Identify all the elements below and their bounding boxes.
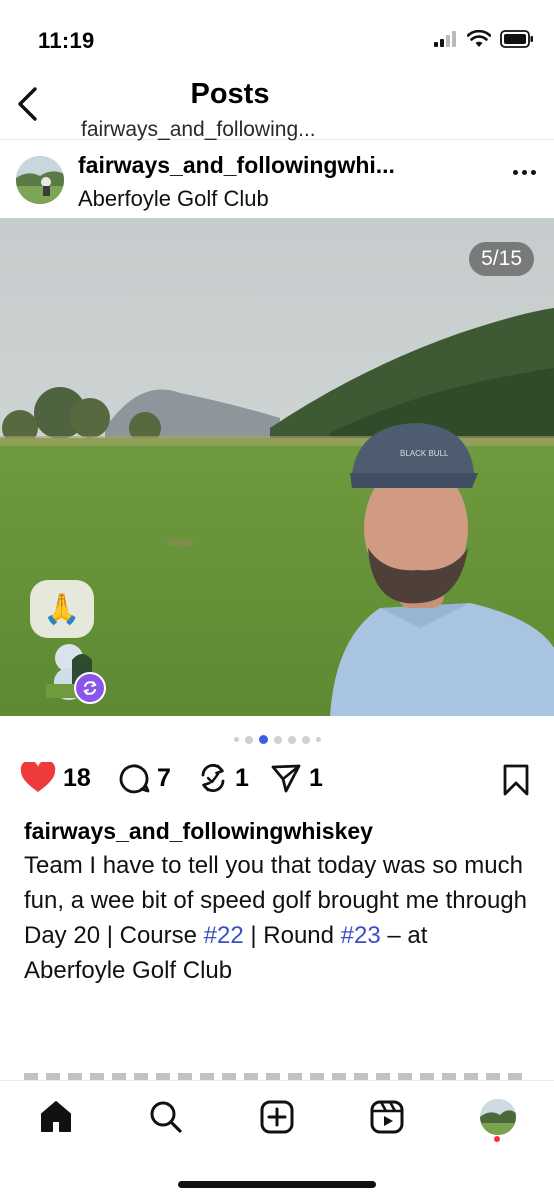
svg-text:BLACK BULL: BLACK BULL	[400, 449, 449, 458]
signal-icon	[434, 31, 456, 47]
share-icon	[271, 764, 301, 793]
carousel-dot-active	[258, 735, 268, 744]
carousel-indicator	[0, 735, 554, 744]
share-button[interactable]: 1	[270, 762, 323, 794]
page-subtitle: fairways_and_following...	[81, 118, 316, 141]
tab-create[interactable]	[255, 1095, 299, 1139]
carousel-dot	[233, 737, 239, 742]
post-header: fairways_and_followingwhi... Aberfoyle G…	[0, 140, 554, 218]
tab-profile[interactable]	[476, 1095, 520, 1139]
comment-count: 7	[157, 763, 171, 792]
page-title: Posts	[190, 78, 270, 110]
hashtag-link[interactable]: #22	[204, 922, 244, 949]
create-post-icon	[260, 1100, 294, 1134]
heart-filled-icon	[20, 762, 56, 792]
status-bar: 11:19	[0, 0, 554, 78]
caption-text-part: | Round	[243, 922, 341, 949]
repost-count: 1	[235, 763, 249, 792]
post-image[interactable]: BLACK BULL 5/15 🙏	[0, 218, 554, 716]
caption-username[interactable]: fairways_and_followingwhiskey	[24, 814, 534, 848]
wifi-icon	[467, 30, 491, 47]
tab-reels[interactable]	[365, 1095, 409, 1139]
truncated-caption-line	[24, 1066, 530, 1080]
battery-icon	[500, 30, 533, 48]
search-icon	[150, 1101, 182, 1133]
post-username[interactable]: fairways_and_followingwhi...	[78, 152, 395, 179]
comment-button[interactable]: 7	[118, 762, 171, 794]
status-icons	[434, 30, 534, 48]
like-button[interactable]: 18	[20, 762, 91, 794]
comment-icon	[119, 764, 150, 794]
post-caption: fairways_and_followingwhiskey Team I hav…	[24, 814, 534, 988]
carousel-dot	[315, 737, 321, 742]
author-avatar[interactable]	[16, 156, 64, 204]
more-options-button[interactable]	[513, 170, 536, 175]
tab-home[interactable]	[34, 1095, 78, 1139]
action-bar: 18 7 1 1	[0, 756, 554, 804]
tab-search[interactable]	[144, 1095, 188, 1139]
bookmark-button[interactable]	[502, 764, 530, 801]
repost-icon	[201, 763, 225, 793]
carousel-dot	[287, 735, 296, 744]
repost-icon	[74, 672, 106, 704]
nav-header: Posts fairways_and_following...	[0, 70, 554, 141]
reaction-emoji-bubble[interactable]: 🙏	[30, 580, 94, 638]
home-indicator	[178, 1181, 376, 1188]
status-time: 11:19	[38, 28, 95, 53]
carousel-dot	[244, 735, 253, 744]
reels-icon	[370, 1100, 404, 1134]
like-count: 18	[63, 763, 91, 792]
post-location[interactable]: Aberfoyle Golf Club	[78, 186, 269, 212]
carousel-dot	[301, 735, 310, 744]
notification-dot	[494, 1136, 500, 1142]
profile-avatar	[480, 1099, 516, 1135]
image-counter-badge: 5/15	[469, 242, 534, 276]
home-icon	[41, 1101, 71, 1132]
more-horizontal-icon	[513, 170, 518, 175]
share-count: 1	[309, 763, 323, 792]
carousel-dot	[273, 735, 282, 744]
hashtag-link[interactable]: #23	[341, 922, 381, 949]
repost-button[interactable]: 1	[198, 762, 249, 794]
bookmark-icon	[503, 764, 529, 796]
caption-text: Team I have to tell you that today was s…	[24, 848, 534, 988]
